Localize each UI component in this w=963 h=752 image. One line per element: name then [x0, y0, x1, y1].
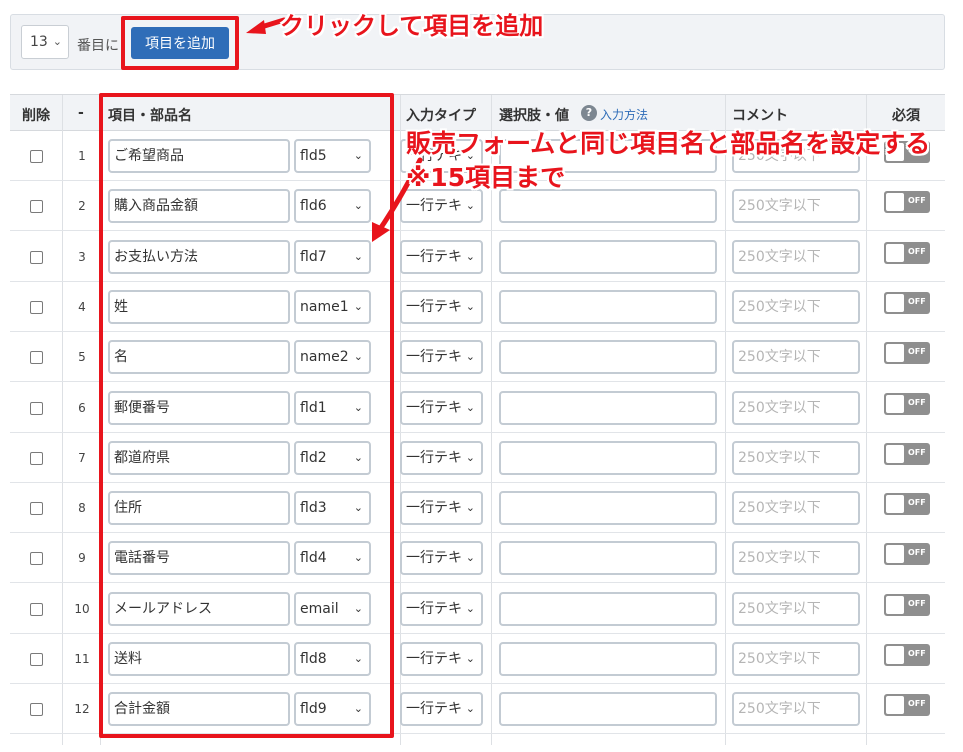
annotation-arrows — [246, 17, 423, 242]
annotation-add-hint: クリックして項目を追加 — [280, 12, 544, 40]
annotation-main-line2: ※15項目まで — [406, 163, 566, 192]
annotation-main-line1: 販売フォームと同じ項目名と部品名を設定する — [406, 129, 931, 158]
